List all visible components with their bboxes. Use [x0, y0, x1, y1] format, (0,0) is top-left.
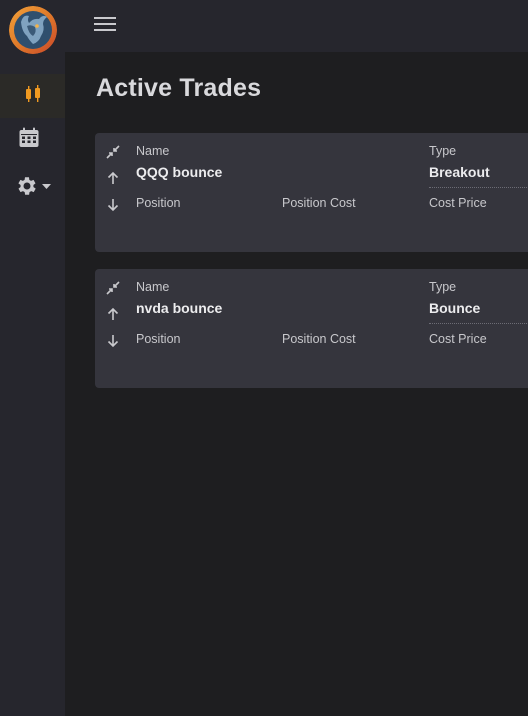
cost-price-label: Cost Price — [429, 332, 487, 346]
name-label: Name — [136, 144, 170, 158]
trade-name: QQQ bounce — [136, 164, 223, 180]
type-label: Type — [429, 144, 457, 158]
sidebar-item-settings[interactable] — [0, 164, 65, 208]
collapse-icon[interactable] — [104, 143, 122, 161]
arrow-down-icon[interactable] — [104, 196, 122, 214]
arrow-up-icon[interactable] — [104, 305, 122, 323]
bull-logo-icon[interactable] — [9, 6, 57, 54]
trade-type: Breakout — [429, 164, 490, 180]
collapse-icon[interactable] — [104, 279, 122, 297]
candlestick-icon — [23, 84, 43, 109]
divider — [429, 323, 528, 324]
gear-icon — [14, 174, 51, 198]
chevron-down-icon — [42, 177, 51, 195]
cost-price-label: Cost Price — [429, 196, 487, 210]
name-label: Name — [136, 280, 170, 294]
divider — [429, 187, 528, 188]
arrow-up-icon[interactable] — [104, 169, 122, 187]
sidebar-item-calendar[interactable] — [0, 118, 58, 162]
arrow-down-icon[interactable] — [104, 332, 122, 350]
position-cost-label: Position Cost — [282, 196, 356, 210]
hamburger-icon — [94, 16, 116, 37]
menu-button[interactable] — [93, 14, 117, 38]
trade-card: Name nvda bounce Type Bounce Position Po… — [95, 269, 528, 388]
main-content: Active Trades Name QQQ bounce Type Break… — [65, 52, 528, 716]
trade-card: Name QQQ bounce Type Breakout Position P… — [95, 133, 528, 252]
trade-type: Bounce — [429, 300, 481, 316]
page-title: Active Trades — [96, 74, 262, 102]
app-root: Active Trades Name QQQ bounce Type Break… — [0, 0, 528, 716]
position-label: Position — [136, 196, 181, 210]
trade-name: nvda bounce — [136, 300, 223, 316]
calendar-icon — [18, 127, 40, 154]
position-cost-label: Position Cost — [282, 332, 356, 346]
top-bar — [65, 0, 528, 52]
sidebar — [0, 0, 65, 716]
type-label: Type — [429, 280, 457, 294]
sidebar-item-trades[interactable] — [0, 74, 65, 118]
position-label: Position — [136, 332, 181, 346]
